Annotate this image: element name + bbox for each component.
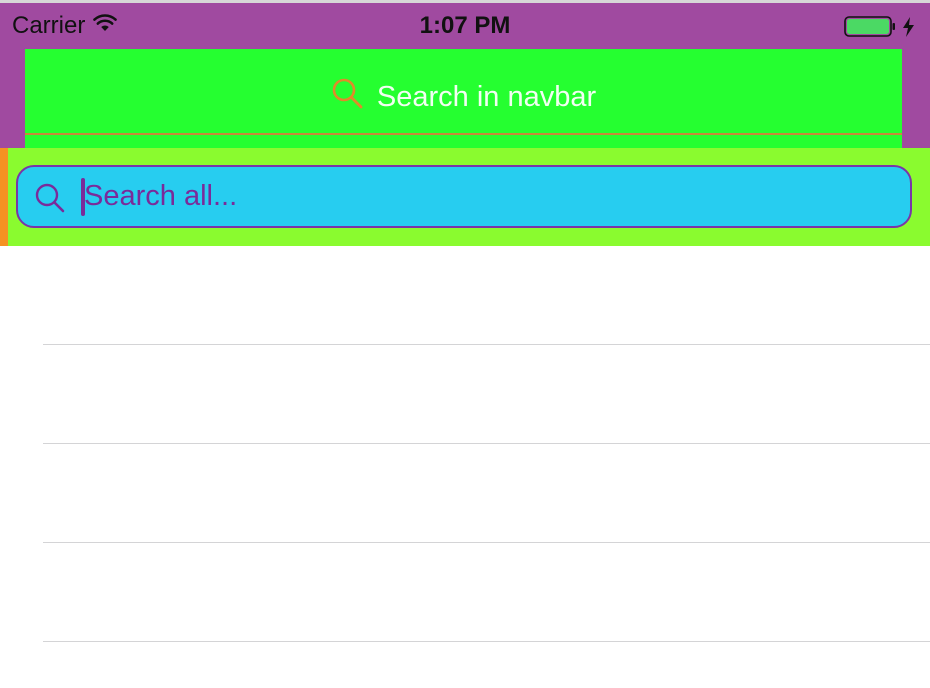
battery-icon	[844, 16, 914, 37]
table-row[interactable]	[0, 246, 930, 345]
table-row[interactable]	[0, 444, 930, 543]
navbar-divider	[25, 133, 902, 135]
search-input[interactable]	[78, 173, 884, 219]
navbar-search-button[interactable]: Search in navbar	[25, 49, 902, 148]
navbar-search-label: Search in navbar	[376, 80, 597, 113]
status-bar-time: 1:07 PM	[419, 12, 511, 39]
table-row[interactable]	[0, 345, 930, 444]
search-icon	[34, 182, 66, 219]
table-view[interactable]	[0, 246, 930, 688]
header: Carrier 1:07 PM Search in navbar	[0, 0, 930, 148]
row-separator	[43, 641, 930, 642]
top-edge	[0, 0, 930, 3]
table-row[interactable]	[0, 543, 930, 642]
search-bar	[0, 148, 930, 246]
search-field[interactable]	[16, 165, 912, 228]
search-bar-edge	[0, 148, 8, 246]
charging-bolt-icon	[903, 17, 914, 37]
search-icon	[331, 77, 363, 117]
